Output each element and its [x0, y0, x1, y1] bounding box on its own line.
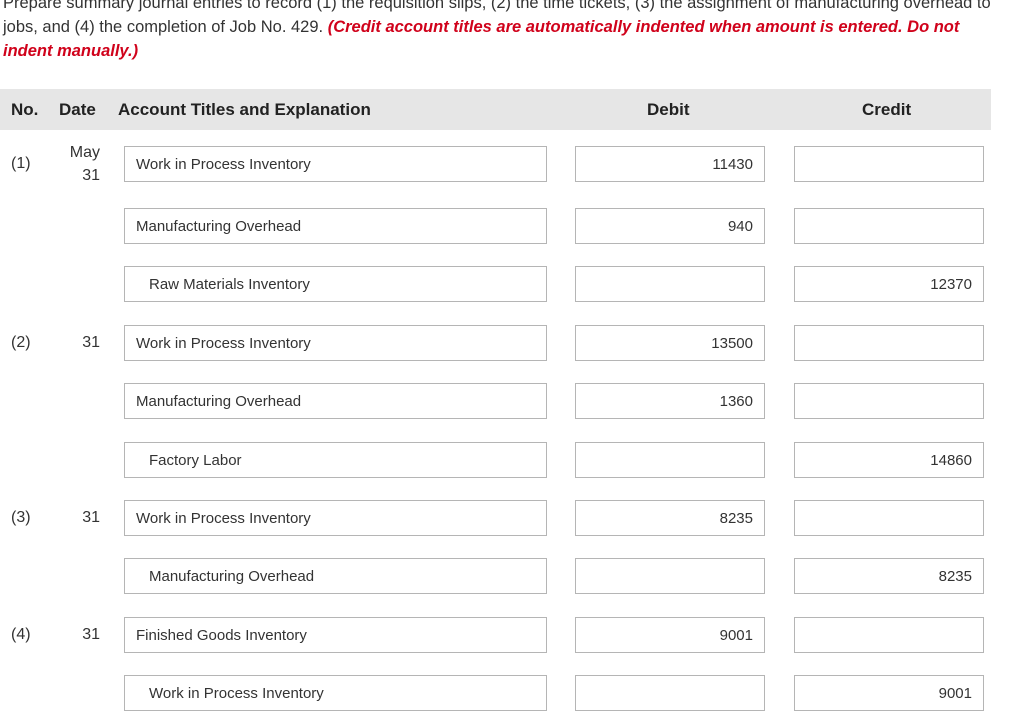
credit-input[interactable] [794, 500, 984, 536]
entry-day: 31 [82, 167, 100, 184]
entry-day: 31 [82, 509, 100, 526]
account-title-input[interactable] [124, 383, 547, 419]
credit-input[interactable] [794, 208, 984, 244]
debit-input[interactable] [575, 266, 765, 302]
entry-number: (4) [11, 626, 31, 643]
credit-input[interactable] [794, 146, 984, 182]
entry-month: May [69, 144, 100, 161]
account-title-input[interactable] [124, 442, 547, 478]
credit-input[interactable] [794, 675, 984, 711]
debit-input[interactable] [575, 617, 765, 653]
account-title-input[interactable] [124, 208, 547, 244]
credit-input[interactable] [794, 617, 984, 653]
debit-input[interactable] [575, 146, 765, 182]
credit-input[interactable] [794, 266, 984, 302]
account-title-input[interactable] [124, 266, 547, 302]
account-title-input[interactable] [124, 558, 547, 594]
entry-number: (1) [11, 155, 31, 172]
debit-input[interactable] [575, 558, 765, 594]
debit-input[interactable] [575, 442, 765, 478]
column-header-no: No. [11, 100, 39, 119]
account-title-input[interactable] [124, 675, 547, 711]
instructions: Prepare summary journal entries to recor… [3, 0, 1013, 63]
entry-number: (3) [11, 509, 31, 526]
credit-input[interactable] [794, 558, 984, 594]
account-title-input[interactable] [124, 500, 547, 536]
debit-input[interactable] [575, 208, 765, 244]
credit-input[interactable] [794, 442, 984, 478]
table-header: No. Date Account Titles and Explanation … [0, 89, 991, 130]
column-header-account: Account Titles and Explanation [118, 100, 371, 119]
column-header-debit: Debit [647, 100, 690, 119]
debit-input[interactable] [575, 325, 765, 361]
entry-date: May 31 [60, 141, 100, 187]
column-header-credit: Credit [862, 100, 912, 119]
account-title-input[interactable] [124, 325, 547, 361]
account-title-input[interactable] [124, 617, 547, 653]
entry-day: 31 [82, 334, 100, 351]
entry-number: (2) [11, 334, 31, 351]
debit-input[interactable] [575, 383, 765, 419]
debit-input[interactable] [575, 675, 765, 711]
credit-input[interactable] [794, 383, 984, 419]
debit-input[interactable] [575, 500, 765, 536]
account-title-input[interactable] [124, 146, 547, 182]
credit-input[interactable] [794, 325, 984, 361]
entry-day: 31 [82, 626, 100, 643]
column-header-date: Date [59, 100, 96, 119]
